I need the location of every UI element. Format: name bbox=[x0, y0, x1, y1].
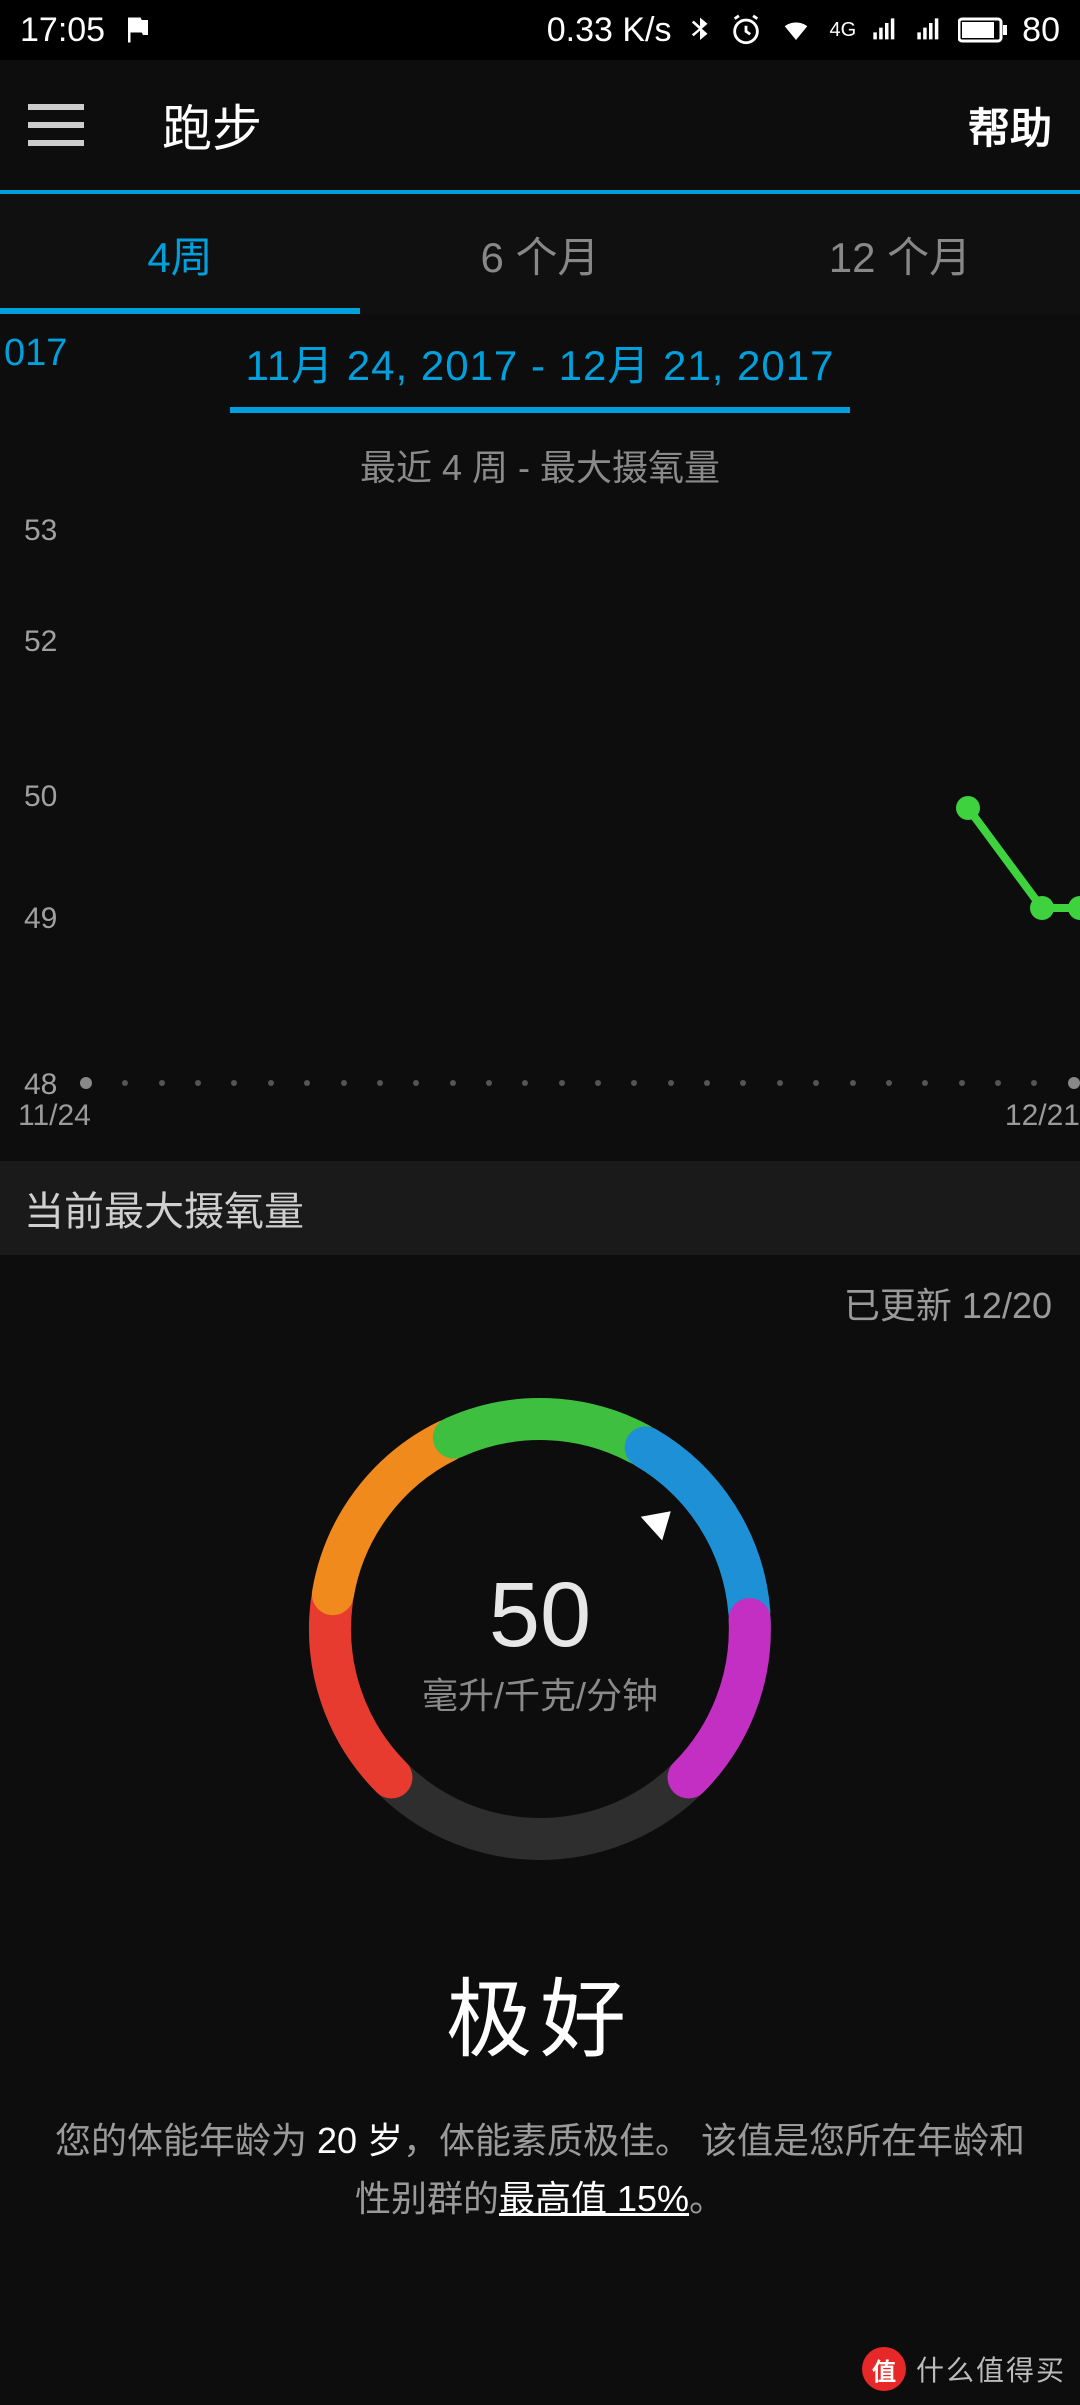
chart-plot bbox=[80, 531, 1080, 1085]
x-label-end: 12/21 bbox=[1005, 1099, 1080, 1133]
x-axis-dots bbox=[80, 1081, 1080, 1085]
x-label-start: 11/24 bbox=[18, 1099, 91, 1133]
battery-icon bbox=[958, 16, 1008, 44]
vo2max-chart[interactable]: 53 52 50 49 48 11/24 12/21 bbox=[0, 531, 1080, 1141]
watermark: 值 什么值得买 bbox=[862, 2347, 1066, 2391]
desc-part: 您的体能年龄为 bbox=[55, 2120, 317, 2161]
y-tick: 48 bbox=[24, 1068, 57, 1102]
status-speed: 0.33 K/s bbox=[547, 11, 672, 50]
signal-bars-icon bbox=[870, 16, 900, 44]
alarm-icon bbox=[729, 13, 763, 47]
status-bar: 17:05 0.33 K/s 4G 80 bbox=[0, 0, 1080, 60]
menu-icon[interactable] bbox=[28, 95, 88, 155]
rating-label: 极好 bbox=[0, 1949, 1080, 2074]
status-battery: 80 bbox=[1022, 11, 1060, 50]
status-time: 17:05 bbox=[20, 11, 105, 50]
tab-bar: 4周 6 个月 12 个月 bbox=[0, 194, 1080, 314]
chart-subtitle: 最近 4 周 - 最大摄氧量 bbox=[0, 439, 1080, 491]
date-range-underline bbox=[230, 407, 850, 413]
y-tick: 49 bbox=[24, 902, 57, 936]
desc-part: 。 bbox=[689, 2178, 725, 2219]
watermark-text: 什么值得买 bbox=[916, 2349, 1066, 2389]
signal-4g-icon: 4G bbox=[829, 19, 856, 42]
y-tick: 52 bbox=[24, 625, 57, 659]
page-title: 跑步 bbox=[162, 89, 968, 161]
signal-bars2-icon bbox=[914, 16, 944, 44]
bluetooth-icon bbox=[685, 11, 715, 49]
y-tick: 50 bbox=[24, 780, 57, 814]
tab-6months[interactable]: 6 个月 bbox=[360, 194, 720, 314]
fitness-description: 您的体能年龄为 20 岁，体能素质极佳。 该值是您所在年龄和性别群的最高值 15… bbox=[0, 2112, 1080, 2227]
desc-highlight: 最高值 15% bbox=[499, 2178, 689, 2219]
vo2max-gauge: 50 毫升/千克/分钟 bbox=[260, 1349, 820, 1909]
updated-label: 已更新 12/20 bbox=[0, 1255, 1080, 1329]
date-range-row: 017 11月 24, 2017 - 12月 21, 2017 bbox=[0, 314, 1080, 413]
y-tick: 53 bbox=[24, 514, 57, 548]
tab-12months[interactable]: 12 个月 bbox=[720, 194, 1080, 314]
tab-4weeks[interactable]: 4周 bbox=[0, 194, 360, 314]
help-button[interactable]: 帮助 bbox=[968, 95, 1052, 156]
flag-icon bbox=[123, 15, 153, 45]
gauge-unit: 毫升/千克/分钟 bbox=[422, 1667, 658, 1719]
gauge-value: 50 bbox=[489, 1569, 591, 1661]
date-range[interactable]: 11月 24, 2017 - 12月 21, 2017 bbox=[230, 332, 850, 413]
date-range-text: 11月 24, 2017 - 12月 21, 2017 bbox=[230, 332, 850, 393]
watermark-badge-icon: 值 bbox=[862, 2347, 906, 2391]
prev-range-hint[interactable]: 017 bbox=[0, 332, 80, 375]
app-bar: 跑步 帮助 bbox=[0, 60, 1080, 190]
desc-age: 20 岁 bbox=[317, 2120, 403, 2161]
wifi-icon bbox=[777, 15, 815, 45]
section-current-vo2max: 当前最大摄氧量 bbox=[0, 1161, 1080, 1255]
